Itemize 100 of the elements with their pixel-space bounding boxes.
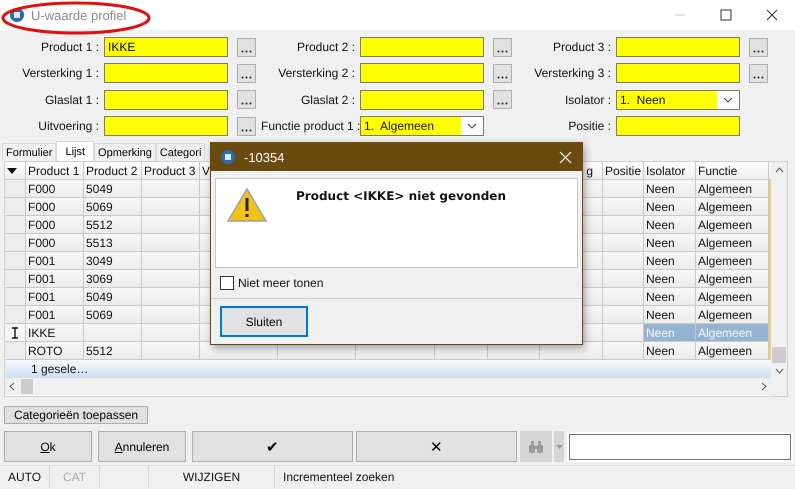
maximize-icon[interactable]: [719, 8, 733, 22]
table-cell: Algemeen: [696, 270, 769, 288]
table-cell: [603, 342, 644, 360]
table-cell: Neen: [644, 252, 696, 270]
scroll-down-icon[interactable]: [774, 368, 784, 374]
vertical-scrollbar[interactable]: [771, 162, 787, 396]
column-header[interactable]: Isolator: [644, 162, 696, 180]
checkbox-label: Niet meer tonen: [238, 276, 324, 290]
dropdown[interactable]: 1. Neen: [616, 90, 740, 110]
table-cell: Neen: [644, 342, 696, 360]
lookup-button[interactable]: [237, 38, 256, 56]
search-field[interactable]: [569, 434, 791, 460]
action-button[interactable]: Annuleren: [98, 431, 186, 462]
table-cell: Neen: [644, 270, 696, 288]
table-cell: Algemeen: [696, 216, 769, 234]
input-field[interactable]: [360, 90, 484, 110]
table-cell: F000: [26, 198, 84, 216]
action-button[interactable]: ✔: [192, 431, 353, 462]
table-cell: [603, 198, 644, 216]
close-button[interactable]: Sluiten: [220, 306, 308, 337]
table-cell: [142, 306, 200, 324]
row-header[interactable]: [5, 324, 26, 342]
table-cell: Algemeen: [696, 324, 769, 342]
app-icon: [9, 7, 25, 23]
caret-icon: [723, 96, 733, 103]
dropdown[interactable]: 1. Algemeen: [360, 116, 484, 136]
table-cell: [603, 252, 644, 270]
table-cell: F000: [26, 234, 84, 252]
table-cell: F001: [26, 252, 84, 270]
column-header[interactable]: Positie: [603, 162, 644, 180]
table-cell: F001: [26, 270, 84, 288]
status-text: CAT: [50, 466, 100, 488]
ellipsis-icon: [497, 50, 508, 52]
table-cell: Neen: [644, 216, 696, 234]
input-field[interactable]: [616, 63, 740, 84]
tab[interactable]: Categori: [156, 143, 206, 161]
column-header[interactable]: Product 1: [26, 162, 84, 180]
input-field[interactable]: [104, 90, 228, 110]
tab[interactable]: Formulier: [2, 143, 56, 161]
action-button[interactable]: ✕: [356, 431, 517, 462]
table-cell: [603, 216, 644, 234]
lookup-button[interactable]: [749, 38, 768, 56]
table-cell: 3049: [84, 252, 142, 270]
column-header[interactable]: Functie: [696, 162, 769, 180]
apply-categories-button[interactable]: Categorieën toepassen: [4, 406, 148, 424]
lookup-button[interactable]: [493, 90, 512, 110]
field-label: Versterking 1 :: [21, 66, 100, 80]
lookup-button[interactable]: [749, 64, 768, 83]
lookup-button[interactable]: [237, 64, 256, 83]
action-button[interactable]: Ok: [4, 431, 92, 462]
checkbox[interactable]: [220, 276, 234, 290]
table-cell: 5512: [84, 342, 142, 360]
tab[interactable]: Opmerking: [94, 143, 156, 161]
binoculars-icon: [528, 440, 544, 454]
lookup-button[interactable]: [493, 64, 512, 83]
column-header[interactable]: Product 2: [84, 162, 142, 180]
close-icon[interactable]: [765, 8, 779, 22]
scroll-right-icon[interactable]: [761, 382, 767, 391]
table-cell: 5069: [84, 306, 142, 324]
status-text: Incrementeel zoeken: [282, 469, 394, 486]
selection-count: 1 gesele…: [31, 362, 88, 376]
table-cell: 5512: [84, 216, 142, 234]
table-cell: [142, 234, 200, 252]
field-label: Isolator :: [564, 92, 612, 107]
table-cell: Algemeen: [696, 306, 769, 324]
input-field[interactable]: [360, 63, 484, 84]
input-field[interactable]: [104, 116, 228, 136]
input-field[interactable]: [616, 37, 740, 57]
sort-header[interactable]: [5, 162, 26, 180]
table-cell: Neen: [644, 324, 696, 342]
lookup-button[interactable]: [237, 90, 256, 110]
input-field[interactable]: IKKE: [104, 37, 228, 57]
table-cell: [142, 216, 200, 234]
status-text: WIJZIGEN: [149, 466, 275, 488]
field-label: Positie :: [567, 119, 612, 134]
table-cell: Algemeen: [696, 288, 769, 306]
table-cell: Neen: [644, 306, 696, 324]
table-cell: 5049: [84, 180, 142, 198]
input-field[interactable]: [104, 63, 228, 84]
table-cell: [84, 324, 142, 342]
scroll-thumb[interactable]: [21, 379, 33, 394]
horizontal-scrollbar[interactable]: [5, 378, 771, 395]
scroll-left-icon[interactable]: [9, 382, 15, 391]
input-field[interactable]: [360, 37, 484, 57]
input-field[interactable]: [616, 116, 740, 136]
warning-icon: [226, 187, 268, 223]
scroll-up-icon[interactable]: [774, 167, 784, 173]
caret-icon: [467, 123, 477, 130]
table-cell: [142, 180, 200, 198]
table-cell: Algemeen: [696, 252, 769, 270]
app-icon: [220, 149, 236, 165]
tab[interactable]: Lijst: [56, 141, 94, 161]
dialog-message: Product <IKKE> niet gevonden: [296, 188, 506, 203]
column-header[interactable]: Product 3: [142, 162, 200, 180]
lookup-button[interactable]: [493, 38, 512, 56]
ellipsis-icon: [241, 76, 252, 79]
lookup-button[interactable]: [237, 116, 256, 136]
table-cell: [142, 270, 200, 288]
field-label: Glaslat 1 :: [44, 92, 100, 107]
scroll-thumb[interactable]: [772, 347, 786, 363]
